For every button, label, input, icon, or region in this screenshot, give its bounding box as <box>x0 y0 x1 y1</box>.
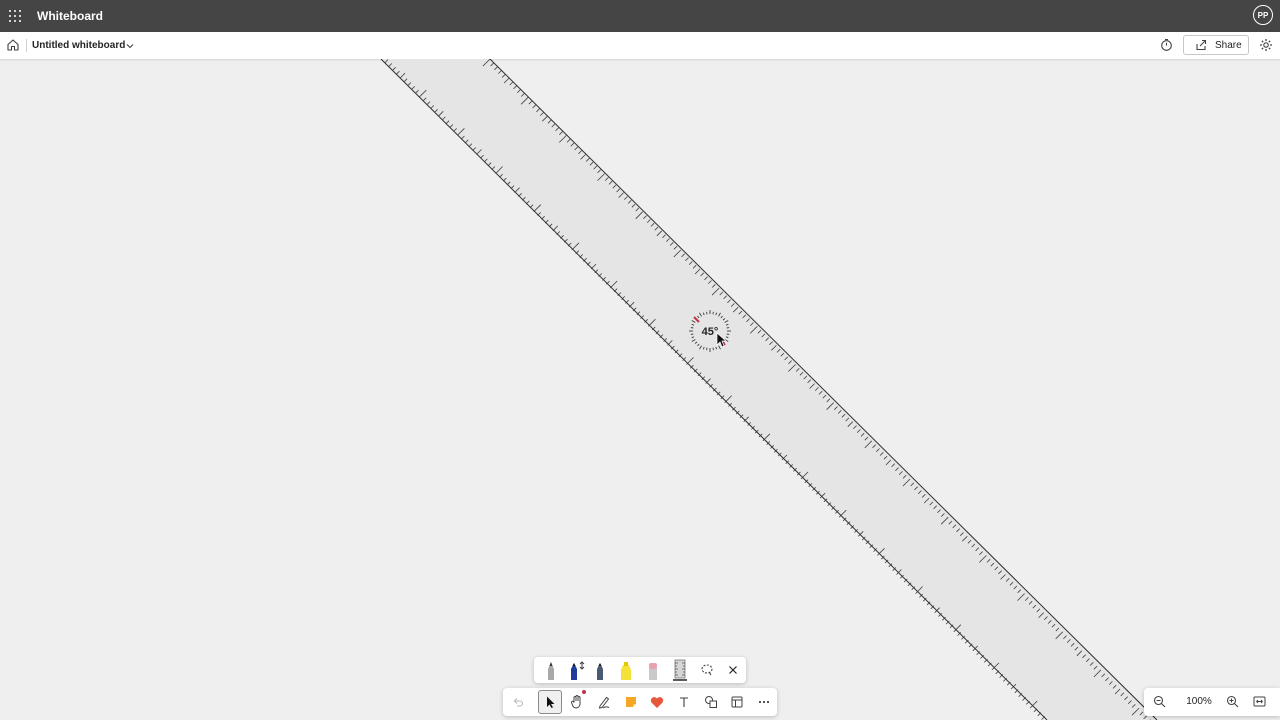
share-label: Share <box>1215 40 1242 51</box>
chevron-down-icon[interactable] <box>125 41 135 51</box>
header-divider <box>26 39 27 52</box>
pencil-icon[interactable] <box>540 659 562 681</box>
home-icon[interactable] <box>6 38 20 52</box>
gear-icon[interactable] <box>1259 38 1273 52</box>
sticky-note-icon[interactable] <box>620 691 642 713</box>
eraser-icon[interactable] <box>642 659 664 681</box>
share-icon <box>1196 39 1207 51</box>
ruler-layer: 45° <box>380 59 1158 720</box>
app-launcher-icon[interactable] <box>9 10 21 22</box>
close-icon[interactable] <box>722 659 744 681</box>
ruler[interactable] <box>380 59 1158 720</box>
highlighter-icon[interactable] <box>615 659 637 681</box>
text-icon[interactable] <box>673 691 695 713</box>
zoom-in-icon[interactable] <box>1226 695 1239 708</box>
ruler-icon[interactable] <box>669 659 691 681</box>
lasso-select-icon[interactable] <box>696 659 718 681</box>
shapes-icon[interactable] <box>700 691 722 713</box>
whiteboard-canvas[interactable]: 45° <box>0 59 1280 720</box>
avatar[interactable]: PP <box>1253 5 1273 25</box>
notification-dot <box>582 690 586 694</box>
angle-label: 45° <box>702 326 719 338</box>
app-title: Whiteboard <box>37 9 103 23</box>
templates-icon[interactable] <box>726 691 748 713</box>
app-top-bar: Whiteboard PP <box>0 0 1280 32</box>
fit-to-screen-icon[interactable] <box>1253 696 1266 707</box>
select-icon[interactable] <box>538 690 562 714</box>
blue-pen-icon[interactable] <box>566 659 588 681</box>
inking-icon[interactable] <box>593 691 615 713</box>
more-icon[interactable] <box>753 691 775 713</box>
zoom-level: 100% <box>1186 696 1212 707</box>
pen-tray <box>534 657 746 683</box>
board-title[interactable]: Untitled whiteboard <box>32 40 125 51</box>
angle-dial[interactable]: 45° <box>689 310 731 352</box>
document-header: Untitled whiteboard Share <box>0 32 1280 59</box>
zoom-controls: 100% <box>1144 688 1280 716</box>
gray-pen-icon[interactable] <box>589 659 611 681</box>
hand-icon[interactable] <box>566 690 588 713</box>
zoom-out-icon[interactable] <box>1153 695 1166 708</box>
main-toolbar <box>503 688 777 716</box>
share-button[interactable]: Share <box>1183 35 1249 55</box>
reaction-heart-icon[interactable] <box>646 691 668 713</box>
undo-icon[interactable] <box>507 691 529 713</box>
timer-icon[interactable] <box>1160 38 1173 52</box>
